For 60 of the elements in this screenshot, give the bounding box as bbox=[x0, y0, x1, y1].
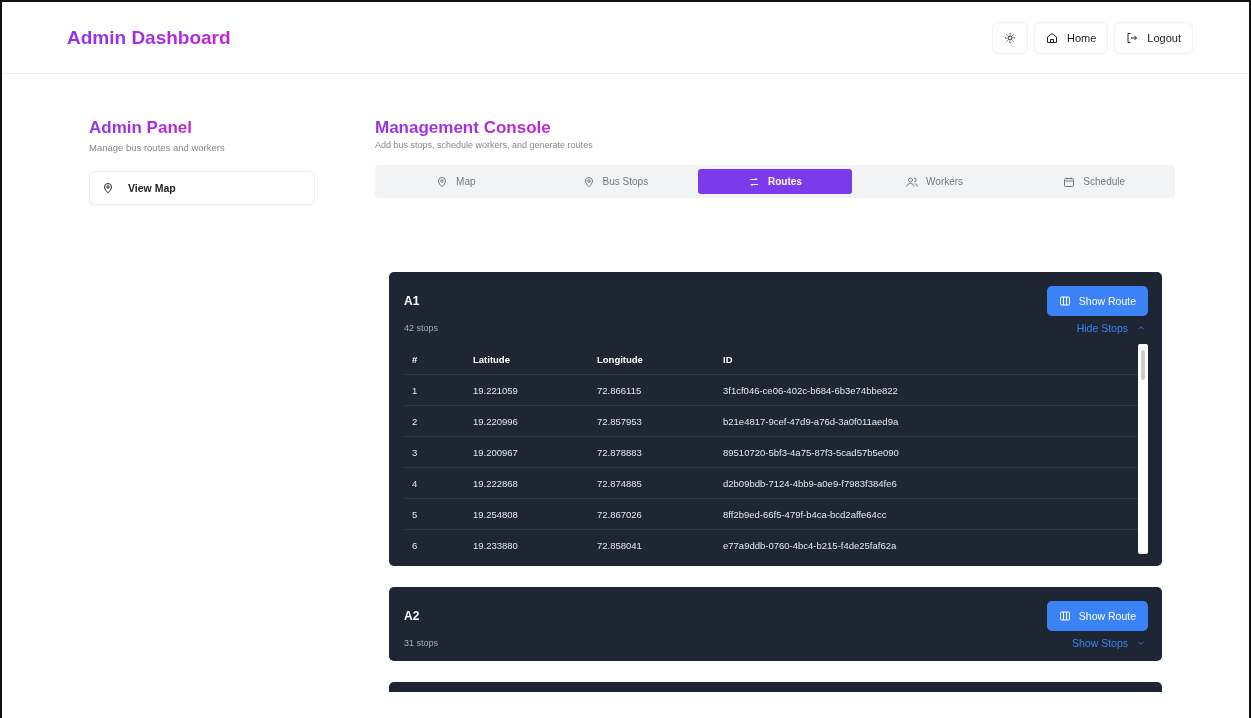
sun-icon bbox=[1004, 31, 1016, 44]
map-pin-icon bbox=[582, 175, 595, 188]
stops-toggle[interactable]: Show Stops bbox=[1069, 637, 1148, 649]
table-cell: 19.222868 bbox=[465, 467, 589, 499]
table-cell: 1 bbox=[404, 374, 465, 406]
table-cell: 19.221059 bbox=[465, 374, 589, 406]
column-header: ID bbox=[715, 344, 1138, 375]
table-cell: 3f1cf046-ce06-402c-b684-6b3e74bbe822 bbox=[715, 374, 1138, 406]
home-icon bbox=[1046, 31, 1058, 44]
logout-icon bbox=[1126, 31, 1139, 44]
show-route-button[interactable]: Show Route bbox=[1046, 601, 1148, 631]
table-cell: 19.254808 bbox=[465, 498, 589, 530]
route-name: A2 bbox=[404, 609, 420, 623]
tab[interactable]: Map bbox=[379, 169, 533, 194]
swap-arrows-icon bbox=[748, 175, 761, 188]
map-pin-icon bbox=[102, 182, 114, 194]
logout-button[interactable]: Logout bbox=[1114, 21, 1193, 54]
show-route-button[interactable]: Show Route bbox=[1046, 286, 1148, 316]
stop-count: 42 stops bbox=[404, 323, 439, 333]
table-cell: 19.220996 bbox=[465, 405, 589, 437]
table-cell: 3 bbox=[404, 436, 465, 468]
table-cell: 19.233880 bbox=[465, 529, 589, 560]
table-cell: d2b09bdb-7124-4bb9-a0e9-f7983f384fe6 bbox=[715, 467, 1138, 499]
tab[interactable]: Workers bbox=[857, 169, 1012, 194]
view-map-button[interactable]: View Map bbox=[89, 171, 315, 205]
table-cell: 72.867026 bbox=[589, 498, 715, 530]
column-header: Latitude bbox=[465, 344, 589, 375]
tab[interactable]: Schedule bbox=[1017, 169, 1171, 194]
tab[interactable]: Bus Stops bbox=[538, 169, 693, 194]
home-button[interactable]: Home bbox=[1034, 21, 1109, 54]
users-icon bbox=[906, 175, 919, 188]
column-header: # bbox=[404, 344, 465, 375]
route-name: A1 bbox=[404, 294, 420, 308]
panel-subtitle: Manage bus routes and workers bbox=[89, 142, 226, 153]
table-cell: 4 bbox=[404, 467, 465, 499]
table-cell: b21e4817-9cef-47d9-a76d-3a0f011aed9a bbox=[715, 405, 1138, 437]
table-cell: 8ff2b9ed-66f5-479f-b4ca-bcd2affe64cc bbox=[715, 498, 1138, 530]
table-cell: 72.866115 bbox=[589, 374, 715, 406]
console-title: Management Console bbox=[375, 118, 551, 138]
table-cell: 2 bbox=[404, 405, 465, 437]
table-cell: 89510720-5bf3-4a75-87f3-5cad57b5e090 bbox=[715, 436, 1138, 468]
map-icon bbox=[1058, 295, 1071, 307]
stops-toggle[interactable]: Hide Stops bbox=[1074, 322, 1148, 334]
table-cell: 72.878883 bbox=[589, 436, 715, 468]
theme-toggle-button[interactable] bbox=[992, 21, 1028, 54]
table-cell: 72.874885 bbox=[589, 467, 715, 499]
table-cell: 5 bbox=[404, 498, 465, 530]
table-cell: 72.857953 bbox=[589, 405, 715, 437]
table-cell: 6 bbox=[404, 529, 465, 560]
map-icon bbox=[1058, 610, 1071, 622]
column-header: Longitude bbox=[589, 344, 715, 375]
map-pin-icon bbox=[436, 175, 449, 188]
calendar-icon bbox=[1063, 175, 1076, 188]
console-subtitle: Add bus stops, schedule workers, and generate routes bbox=[375, 140, 594, 150]
stop-count: 31 stops bbox=[404, 638, 439, 648]
table-cell: 19.200967 bbox=[465, 436, 589, 468]
table-cell: 72.858041 bbox=[589, 529, 715, 560]
tab[interactable]: Routes bbox=[698, 169, 852, 194]
table-cell: e77a9ddb-0760-4bc4-b215-f4de25faf62a bbox=[715, 529, 1138, 560]
scrollbar[interactable] bbox=[1138, 344, 1148, 554]
